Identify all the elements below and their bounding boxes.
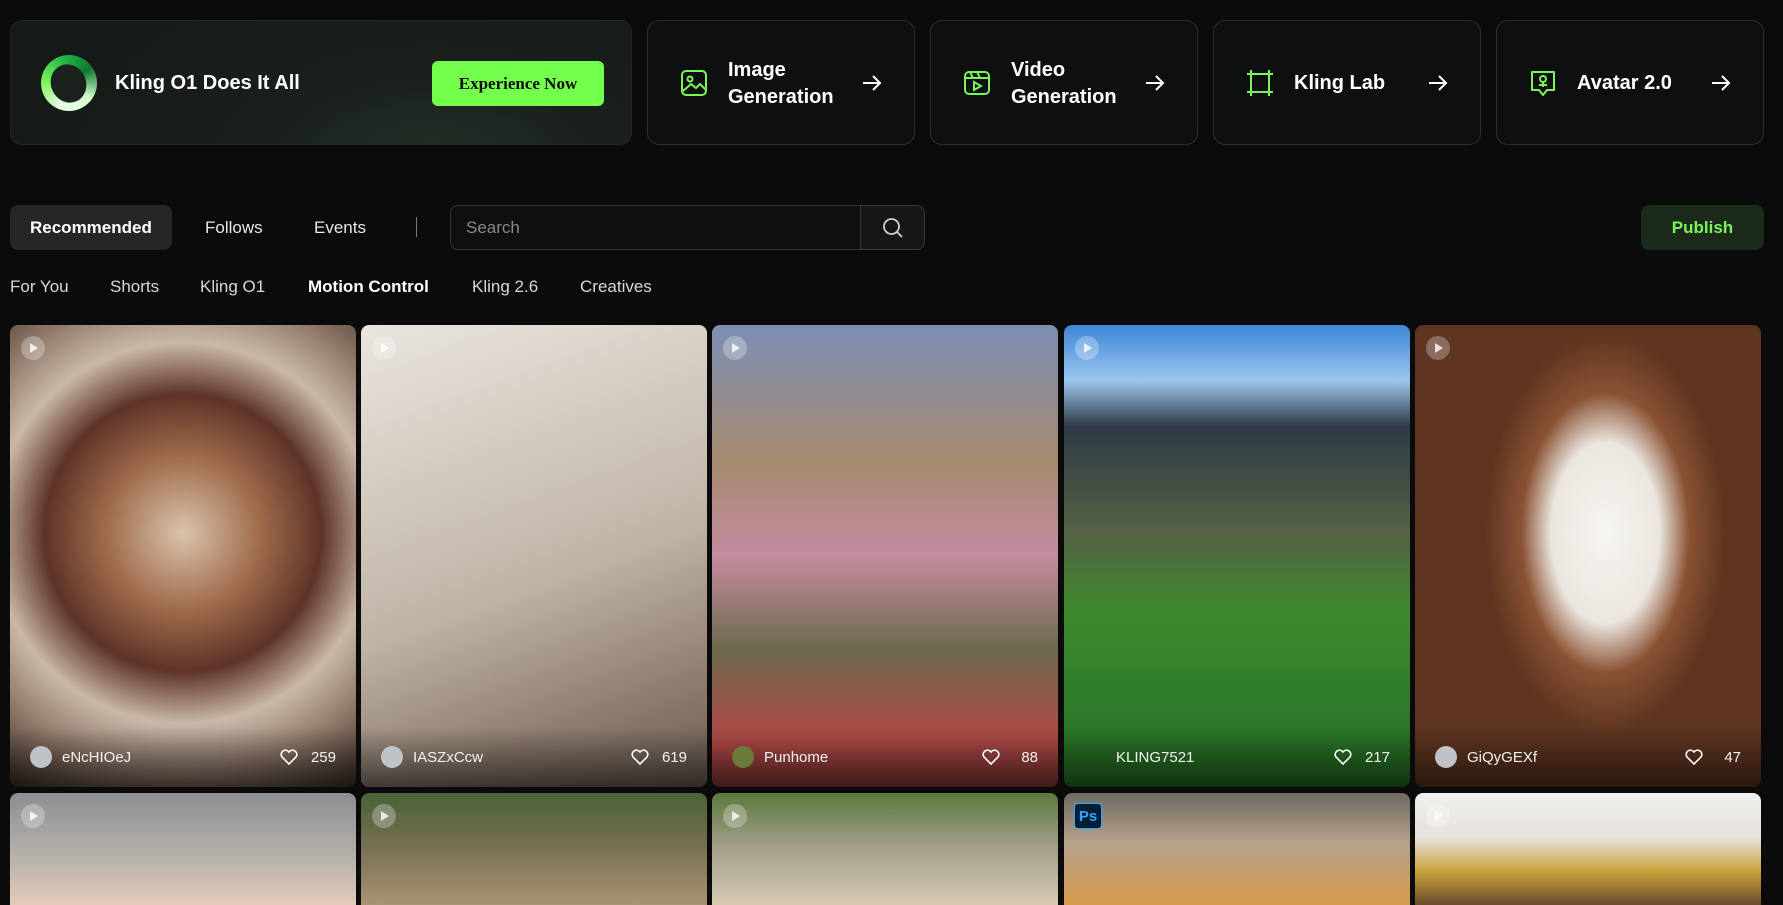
play-icon <box>21 336 45 360</box>
card-label-line2: Generation <box>1011 86 1117 108</box>
tab-events[interactable]: Events <box>294 205 386 250</box>
feed-card[interactable]: Punhome 88 <box>712 325 1058 787</box>
play-icon <box>372 336 396 360</box>
feed-card[interactable]: GiQyGEXf 47 <box>1415 325 1761 787</box>
like-count: 47 <box>1724 749 1741 766</box>
username[interactable]: eNcHIOeJ <box>62 749 131 766</box>
tab-recommended[interactable]: Recommended <box>10 205 172 250</box>
kling-logo-icon <box>41 55 97 111</box>
avatar[interactable] <box>1435 746 1457 768</box>
avatar[interactable] <box>30 746 52 768</box>
feed-card[interactable]: eNcHIOeJ 259 <box>10 325 356 787</box>
card-label-line1: Video <box>1011 59 1066 81</box>
tab-divider <box>416 217 417 237</box>
feed-card[interactable] <box>1415 793 1761 905</box>
arrow-right-icon <box>1712 75 1731 91</box>
image-icon <box>681 70 707 96</box>
search-button[interactable] <box>860 206 924 249</box>
heart-icon[interactable] <box>280 749 298 765</box>
username[interactable]: IASZxCcw <box>413 749 483 766</box>
subtab-kling-o1[interactable]: Kling O1 <box>200 277 265 297</box>
heart-icon[interactable] <box>982 749 1000 765</box>
username[interactable]: Punhome <box>764 749 828 766</box>
play-icon <box>1426 336 1450 360</box>
feed-card[interactable]: IASZxCcw 619 <box>361 325 707 787</box>
avatar[interactable] <box>732 746 754 768</box>
hero-banner[interactable]: Kling O1 Does It All Experience Now <box>10 20 632 145</box>
publish-button[interactable]: Publish <box>1641 205 1764 250</box>
crop-frame-icon <box>1247 70 1273 96</box>
search-input[interactable] <box>451 206 861 249</box>
arrow-right-icon <box>1429 75 1448 91</box>
search-icon <box>883 218 903 238</box>
avatar-card[interactable]: Avatar 2.0 <box>1496 20 1764 145</box>
card-label: Video Generation <box>1011 57 1141 111</box>
like-count: 88 <box>1021 749 1038 766</box>
like-count: 217 <box>1364 749 1390 766</box>
play-icon <box>723 804 747 828</box>
hero-title: Kling O1 Does It All <box>115 72 300 94</box>
feed-card[interactable]: Ps <box>1064 793 1410 905</box>
card-label-line1: Image <box>728 59 786 81</box>
arrow-right-icon <box>1146 75 1165 91</box>
video-generation-card[interactable]: Video Generation <box>930 20 1198 145</box>
play-icon <box>372 804 396 828</box>
kling-lab-card[interactable]: Kling Lab <box>1213 20 1481 145</box>
card-label: Avatar 2.0 <box>1577 72 1672 94</box>
subtab-shorts[interactable]: Shorts <box>110 277 159 297</box>
card-label: Image Generation <box>728 57 858 111</box>
play-icon <box>21 804 45 828</box>
heart-icon[interactable] <box>1334 749 1352 765</box>
image-generation-card[interactable]: Image Generation <box>647 20 915 145</box>
photoshop-badge: Ps <box>1074 803 1102 829</box>
feed-card[interactable] <box>712 793 1058 905</box>
heart-icon[interactable] <box>631 749 649 765</box>
heart-icon[interactable] <box>1685 749 1703 765</box>
search-bar[interactable] <box>450 205 925 250</box>
avatar[interactable] <box>381 746 403 768</box>
play-icon <box>723 336 747 360</box>
like-count: 619 <box>661 749 687 766</box>
feed-card[interactable] <box>361 793 707 905</box>
feed-card[interactable] <box>10 793 356 905</box>
experience-now-button[interactable]: Experience Now <box>432 61 604 106</box>
username[interactable]: KLING7521 <box>1116 749 1194 766</box>
avatar-icon <box>1531 71 1555 96</box>
play-icon <box>1075 336 1099 360</box>
subtab-motion-control[interactable]: Motion Control <box>308 277 429 297</box>
tab-follows[interactable]: Follows <box>185 205 283 250</box>
card-label: Kling Lab <box>1294 72 1386 94</box>
like-count: 259 <box>310 749 336 766</box>
feed-card[interactable]: KLING7521 217 <box>1064 325 1410 787</box>
username[interactable]: GiQyGEXf <box>1467 749 1537 766</box>
video-icon <box>964 71 990 95</box>
subtab-kling-2-6[interactable]: Kling 2.6 <box>472 277 538 297</box>
subtab-for-you[interactable]: For You <box>10 277 69 297</box>
arrow-right-icon <box>863 75 882 91</box>
card-label-line2: Generation <box>728 86 834 108</box>
subtab-creatives[interactable]: Creatives <box>580 277 652 297</box>
play-icon <box>1426 804 1450 828</box>
